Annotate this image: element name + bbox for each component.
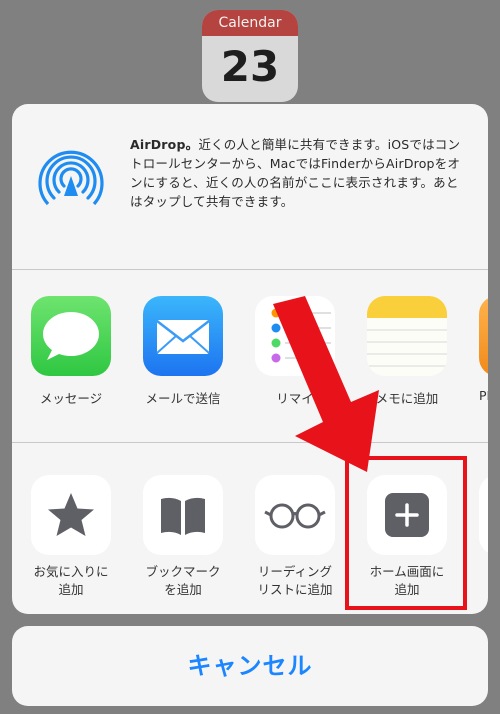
app-label: メッセージ [39, 391, 103, 406]
action-label: リーディング リストに追加 [257, 564, 333, 597]
cancel-sheet: キャンセル [12, 626, 488, 706]
action-label: お気に入りに 追加 [33, 564, 109, 597]
app-label: PD [479, 388, 488, 403]
star-icon [31, 475, 111, 555]
action-label: ブックマーク を追加 [145, 564, 221, 597]
partial-action-icon [479, 475, 488, 555]
annotation-arrow-icon [273, 296, 379, 472]
airdrop-title: AirDrop。 [130, 137, 199, 152]
airdrop-description: AirDrop。近くの人と簡単に共有できます。iOSではコントロールセンターから… [130, 135, 470, 211]
airdrop-section[interactable]: AirDrop。近くの人と簡単に共有できます。iOSではコントロールセンターから… [12, 104, 488, 269]
book-icon [143, 475, 223, 555]
cancel-button[interactable]: キャンセル [12, 626, 488, 706]
airdrop-icon [38, 150, 104, 206]
mail-icon [143, 296, 223, 376]
glasses-icon [255, 475, 335, 555]
messages-icon [31, 296, 111, 376]
pdf-icon [479, 296, 488, 376]
calendar-day-label: 23 [220, 42, 280, 91]
calendar-app-icon: Calendar 23 [202, 10, 298, 102]
share-apps-row: メッセージ メールで送信 リマイ メモに追加 P [12, 270, 488, 442]
annotation-highlight-box [345, 456, 467, 610]
calendar-month-label: Calendar [202, 10, 298, 36]
app-label: メールで送信 [145, 391, 221, 406]
